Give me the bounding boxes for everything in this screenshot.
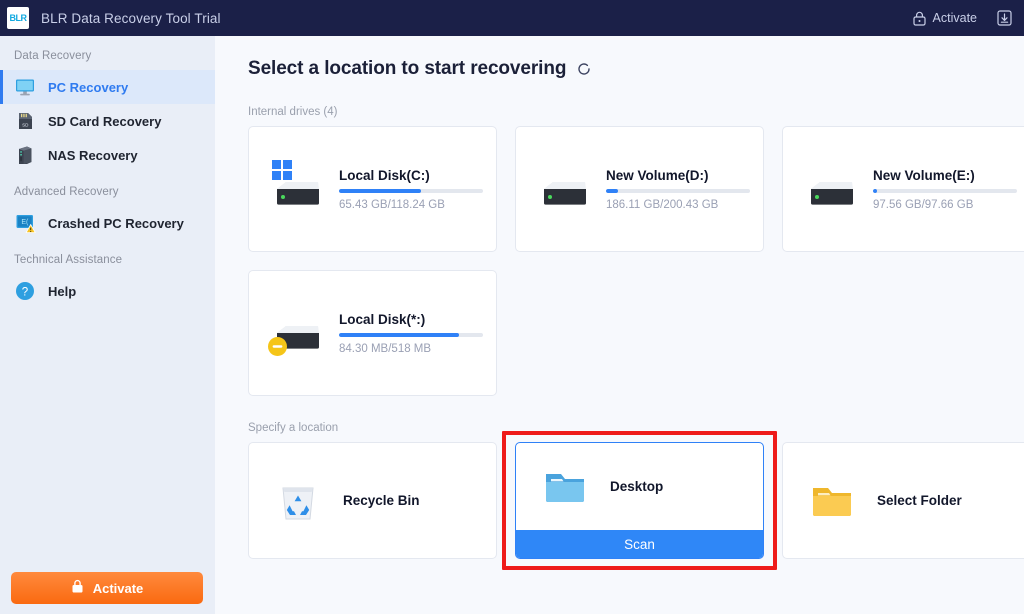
sidebar-item-nas-recovery[interactable]: NAS Recovery [0,138,215,172]
drive-size-text: 84.30 MB/518 MB [339,342,432,355]
drive-info: New Volume(D:) 186.11 GB/200.43 GB [606,168,750,211]
page-title: Select a location to start recovering [248,58,567,79]
drive-icon-wrap [803,167,859,211]
svg-text:E(: E( [21,219,29,226]
drive-card-local-disk-c[interactable]: Local Disk(C:) 65.43 GB/118.24 GB [248,126,497,252]
activate-link-label: Activate [932,11,977,25]
drive-usage-bar [339,332,483,337]
sidebar-item-label: Crashed PC Recovery [48,215,184,231]
title-bar-actions: Activate [912,10,1012,26]
drive-name: Local Disk(C:) [339,167,430,183]
page-title-row: Select a location to start recovering [215,58,1024,80]
sidebar-item-label: PC Recovery [48,79,129,95]
drive-card-new-volume-d[interactable]: New Volume(D:) 186.11 GB/200.43 GB [515,126,764,252]
app-body: Data Recovery PC Recovery SD SD Card Rec… [0,36,1024,614]
drive-card-new-volume-e[interactable]: New Volume(E:) 97.56 GB/97.66 GB [782,126,1024,252]
folder-blue-icon [546,473,584,502]
drive-usage-fill [339,332,459,337]
drive-icon-wrap [269,160,325,211]
svg-text:SD: SD [22,122,29,127]
location-name: Desktop [610,479,664,494]
refresh-icon[interactable] [576,61,592,77]
main-content: Select a location to start recovering In… [215,36,1024,614]
location-name: Recycle Bin [343,493,420,508]
drive-info: Local Disk(C:) 65.43 GB/118.24 GB [339,168,483,211]
sidebar-item-label: Help [48,283,77,299]
sidebar-item-label: SD Card Recovery [48,113,162,129]
drive-info: New Volume(E:) 97.56 GB/97.66 GB [873,168,1017,211]
drive-usage-fill [339,188,422,193]
internal-drives-grid: Local Disk(C:) 65.43 GB/118.24 GB New Vo… [215,126,1024,396]
drive-size-text: 186.11 GB/200.43 GB [606,198,719,211]
download-icon[interactable] [997,10,1012,26]
app-title: BLR Data Recovery Tool Trial [41,10,221,26]
warning-badge [268,337,287,356]
drive-card-local-disk-star[interactable]: Local Disk(*:) 84.30 MB/518 MB [248,270,497,396]
location-name: Select Folder [877,493,962,508]
help-icon: ? [14,280,36,302]
sidebar-item-label: NAS Recovery [48,147,138,163]
sidebar-group-label-data-recovery: Data Recovery [14,50,92,62]
sidebar-item-crashed-pc-recovery[interactable]: E( Crashed PC Recovery [0,206,215,240]
monitor-icon [14,76,36,98]
hard-drive-icon [811,182,853,205]
sidebar-group-label-technical-assistance: Technical Assistance [14,254,123,266]
recycle-bin-icon [282,487,314,519]
drive-usage-bar [339,188,483,193]
activate-button[interactable]: Activate [11,572,203,604]
scan-button[interactable]: Scan [516,530,763,558]
app-logo-text: BLR [9,13,28,23]
sidebar-group-label-advanced-recovery: Advanced Recovery [14,186,119,198]
specify-location-label: Specify a location [248,422,339,434]
server-icon [14,144,36,166]
crashed-pc-icon: E( [14,212,36,234]
drive-icon-wrap [536,167,592,211]
lock-icon [71,579,84,597]
location-card-select-folder[interactable]: Select Folder [782,442,1024,559]
app-window: BLR BLR Data Recovery Tool Trial Activat… [0,0,1024,614]
drive-size-text: 65.43 GB/118.24 GB [339,198,445,211]
sidebar-item-pc-recovery[interactable]: PC Recovery [0,70,215,104]
drive-info: Local Disk(*:) 84.30 MB/518 MB [339,312,483,355]
folder-yellow-icon [813,487,851,516]
drive-usage-fill [606,188,618,193]
location-card-desktop[interactable]: Desktop Scan [515,442,764,559]
svg-text:?: ? [22,286,28,298]
drive-usage-bar [606,188,750,193]
hard-drive-icon [544,182,586,205]
drive-icon-wrap [268,311,325,356]
title-bar: BLR BLR Data Recovery Tool Trial Activat… [0,0,1024,36]
app-logo: BLR [7,7,29,29]
sidebar-item-sd-card-recovery[interactable]: SD SD Card Recovery [0,104,215,138]
drive-name: New Volume(E:) [873,167,975,183]
drive-usage-fill [873,188,878,193]
windows-logo-badge [272,160,292,180]
sidebar: Data Recovery PC Recovery SD SD Card Rec… [0,36,215,614]
sd-card-icon: SD [14,110,36,132]
locations-grid: Recycle Bin Desktop Scan Select Folder [215,442,1024,559]
drive-name: New Volume(D:) [606,167,709,183]
activate-button-label: Activate [92,580,144,596]
activate-link[interactable]: Activate [912,11,977,26]
drive-name: Local Disk(*:) [339,311,426,327]
lock-icon [912,11,926,26]
internal-drives-label: Internal drives (4) [248,106,338,118]
location-card-recycle-bin[interactable]: Recycle Bin [248,442,497,559]
drive-size-text: 97.56 GB/97.66 GB [873,198,974,211]
drive-usage-bar [873,188,1017,193]
sidebar-item-help[interactable]: ? Help [0,274,215,308]
location-card-top: Desktop [516,443,763,530]
